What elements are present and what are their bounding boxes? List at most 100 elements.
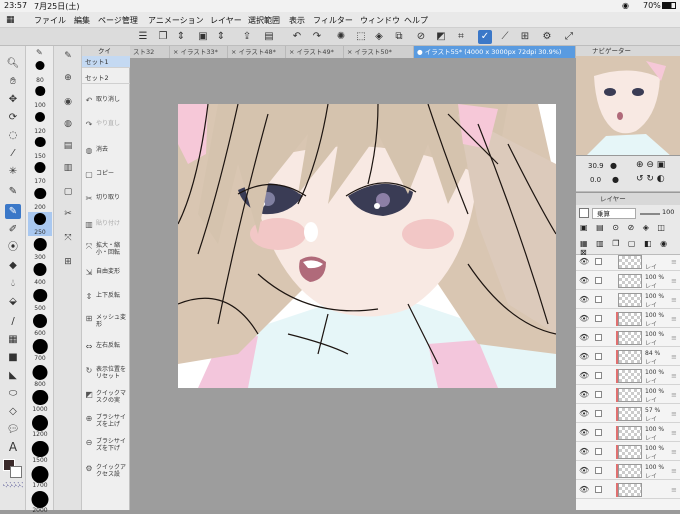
- layer-row[interactable]: 👁︎ ≡: [576, 481, 680, 499]
- layer-row[interactable]: 👁︎ 100 % レイ ≡: [576, 424, 680, 442]
- quick-access-item[interactable]: ⇕ 上下反転: [82, 292, 130, 314]
- menu-window[interactable]: ウィンドウ: [360, 15, 400, 26]
- menu-selection[interactable]: 選択範囲: [248, 15, 280, 26]
- brush-icon[interactable]: ✐: [5, 222, 21, 237]
- layer-select-checkbox[interactable]: [595, 448, 602, 455]
- rotate-icon[interactable]: ⟳: [5, 110, 21, 125]
- quick-access-item[interactable]: ⤧ 拡大・縮小・回転: [82, 242, 130, 264]
- balloon-icon[interactable]: 💬︎: [5, 422, 21, 437]
- layer-row[interactable]: 👁︎ 100 % レイ ≡: [576, 367, 680, 385]
- brush-size-80[interactable]: 80: [28, 60, 52, 84]
- menu-icon[interactable]: ☰: [136, 30, 150, 44]
- pen-icon[interactable]: ✎: [5, 184, 21, 199]
- tab-doc[interactable]: × イラスト49*: [286, 46, 344, 58]
- quick-access-item[interactable]: ▥ 貼り付け: [82, 220, 130, 242]
- export-icon[interactable]: ⇪: [240, 30, 254, 44]
- clear-icon[interactable]: ◍: [62, 118, 74, 130]
- menu-help[interactable]: ヘルプ: [404, 15, 428, 26]
- lasso-icon[interactable]: ◌: [5, 128, 21, 143]
- quick-set-1[interactable]: セット1: [82, 56, 130, 68]
- drag-handle-icon[interactable]: ≡: [671, 334, 677, 342]
- menu-page[interactable]: ページ管理: [98, 15, 138, 26]
- invert-icon[interactable]: ◩: [434, 30, 448, 44]
- layer-row[interactable]: 👁︎ 100 % レイ ≡: [576, 329, 680, 347]
- brush-size-200[interactable]: 200: [28, 187, 52, 211]
- dropdown-icon[interactable]: ⇕: [214, 30, 228, 44]
- opacity-value[interactable]: 100: [662, 208, 674, 216]
- hand-icon[interactable]: ✋︎: [5, 74, 21, 89]
- drag-handle-icon[interactable]: ≡: [671, 315, 677, 323]
- crop-icon[interactable]: ⌗: [454, 30, 468, 44]
- grid-icon[interactable]: ▤: [262, 30, 276, 44]
- brush-size-120[interactable]: 120: [28, 111, 52, 135]
- film-icon[interactable]: ▤: [62, 140, 74, 152]
- brush-size-600[interactable]: 600: [28, 313, 52, 337]
- ruler-icon[interactable]: ⬭: [5, 386, 21, 401]
- rotation-slider[interactable]: ●: [612, 175, 619, 184]
- move-icon[interactable]: ✥: [5, 92, 21, 107]
- figure-icon[interactable]: ■: [5, 350, 21, 365]
- menu-filter[interactable]: フィルター: [313, 15, 353, 26]
- settings-icon[interactable]: ⚙: [540, 30, 554, 44]
- layer-select-checkbox[interactable]: [595, 334, 602, 341]
- visibility-eye-icon[interactable]: 👁︎: [579, 371, 589, 380]
- grid-icon[interactable]: ⊞: [62, 256, 74, 268]
- cut-icon[interactable]: ✂: [62, 208, 74, 220]
- fullscreen-icon[interactable]: ⤢: [562, 30, 576, 44]
- frame-icon[interactable]: ◣: [5, 368, 21, 383]
- rotate-controls-icon[interactable]: ↺ ↻ ◐: [636, 174, 665, 184]
- drag-handle-icon[interactable]: ≡: [671, 391, 677, 399]
- drag-handle-icon[interactable]: ≡: [671, 296, 677, 304]
- layer-select-checkbox[interactable]: [595, 258, 602, 265]
- brush-size-1700[interactable]: 1700: [28, 465, 52, 489]
- app-menu-icon[interactable]: ▦: [6, 15, 15, 25]
- eyedropper-icon[interactable]: ⁄: [5, 146, 21, 161]
- add-subtool-icon[interactable]: ⊕: [62, 72, 74, 84]
- brush-size-400[interactable]: 400: [28, 262, 52, 286]
- drag-handle-icon[interactable]: ≡: [671, 372, 677, 380]
- quick-access-item[interactable]: ↷ やり直し: [82, 120, 130, 142]
- layer-row[interactable]: 👁︎ 57 % レイ ≡: [576, 405, 680, 423]
- visibility-eye-icon[interactable]: 👁︎: [579, 390, 589, 399]
- tab-doc[interactable]: × イラスト48*: [228, 46, 286, 58]
- fill-icon[interactable]: ◈: [372, 30, 386, 44]
- transform-icon[interactable]: ⤧: [62, 232, 74, 244]
- brush-size-250[interactable]: 250: [28, 211, 52, 236]
- copy-icon[interactable]: ▢: [62, 186, 74, 198]
- brush-size-1000[interactable]: 1000: [28, 389, 52, 413]
- layer-color-box[interactable]: [579, 208, 589, 218]
- zoom-in-icon[interactable]: ⊕ ⊖ ▣: [636, 160, 665, 170]
- quick-set-2[interactable]: セット2: [82, 72, 130, 84]
- layer-row[interactable]: 👁︎ 100 % レイ ≡: [576, 291, 680, 309]
- brush-size-300[interactable]: 300: [28, 237, 52, 261]
- camera-icon[interactable]: ◉: [62, 96, 74, 108]
- snap-special-icon[interactable]: ⟋: [498, 30, 512, 44]
- layer-select-checkbox[interactable]: [595, 372, 602, 379]
- quick-access-item[interactable]: ↻ 表示位置をリセット: [82, 366, 130, 388]
- visibility-eye-icon[interactable]: 👁︎: [579, 333, 589, 342]
- layer-lock-icons[interactable]: ▣ ▤ ⊙ ⊘ ◈ ◫: [580, 223, 668, 232]
- layer-row[interactable]: 👁︎ 100 % レイ ≡: [576, 462, 680, 480]
- drag-handle-icon[interactable]: ≡: [671, 486, 677, 494]
- drag-handle-icon[interactable]: ≡: [671, 277, 677, 285]
- fill-bucket-icon[interactable]: ⬙: [5, 294, 21, 309]
- redo-icon[interactable]: ↷: [310, 30, 324, 44]
- layer-select-checkbox[interactable]: [595, 467, 602, 474]
- quick-access-item[interactable]: ⇔ 左右反転: [82, 342, 130, 364]
- save-icon[interactable]: ▣: [196, 30, 210, 44]
- layer-select-checkbox[interactable]: [595, 486, 602, 493]
- visibility-eye-icon[interactable]: 👁︎: [579, 257, 589, 266]
- airbrush-icon[interactable]: ⦿: [5, 240, 21, 255]
- quick-access-item[interactable]: ◩ クイックマスクの実: [82, 390, 130, 412]
- quick-access-item[interactable]: ▢ コピー: [82, 170, 130, 192]
- transparent-color-swatch[interactable]: [3, 482, 23, 488]
- magic-wand-icon[interactable]: ✳: [5, 164, 21, 179]
- brush-size-100[interactable]: 100: [28, 85, 52, 109]
- layer-row[interactable]: 👁︎ 100 % レイ ≡: [576, 386, 680, 404]
- zoom-value[interactable]: 30.9: [588, 162, 604, 170]
- clear-icon[interactable]: ⬚: [354, 30, 368, 44]
- blend-icon[interactable]: 💧︎: [5, 276, 21, 291]
- paste-icon[interactable]: ▥: [62, 162, 74, 174]
- eraser-icon[interactable]: ◆: [5, 258, 21, 273]
- layer-select-checkbox[interactable]: [595, 410, 602, 417]
